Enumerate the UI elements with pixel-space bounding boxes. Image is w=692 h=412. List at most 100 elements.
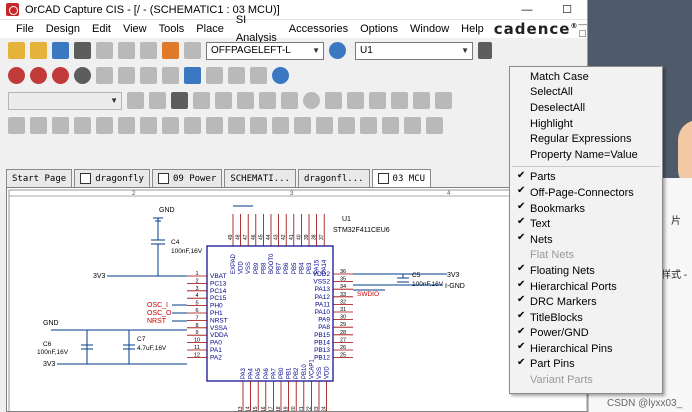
bom-icon[interactable] [184, 67, 201, 84]
sim-profile-icon[interactable] [127, 92, 144, 109]
part-icon[interactable] [96, 67, 113, 84]
place-no-connect-icon[interactable] [272, 117, 289, 134]
place-arc-icon[interactable] [382, 117, 399, 134]
tab-03-mcu[interactable]: 03 MCU [371, 169, 432, 187]
menu-hierarchical-ports[interactable]: ✔ Hierarchical Ports [510, 279, 662, 295]
menu-tools[interactable]: Tools [153, 20, 191, 38]
place-polyline-icon[interactable] [316, 117, 333, 134]
cross-reference-icon[interactable] [228, 67, 245, 84]
project-manager-icon[interactable] [250, 67, 267, 84]
menu-file[interactable]: File [10, 20, 40, 38]
menu-nets[interactable]: ✔ Nets [510, 232, 662, 248]
place-rectangle-icon[interactable] [338, 117, 355, 134]
menu-help[interactable]: Help [455, 20, 490, 38]
menu-power-gnd[interactable]: ✔ Power/GND [510, 326, 662, 342]
sim-run-icon[interactable] [171, 92, 188, 109]
place-pin-icon[interactable] [228, 117, 245, 134]
menu-match-case[interactable]: Match Case [510, 69, 662, 85]
place-net-alias-icon[interactable] [118, 117, 135, 134]
menu-deselect-all[interactable]: DeselectAll [510, 100, 662, 116]
backannotate-icon[interactable] [206, 67, 223, 84]
minimize-button[interactable]: — [507, 0, 547, 20]
tab-09-power[interactable]: 09 Power [151, 169, 223, 187]
menu-accessories[interactable]: Accessories [283, 20, 354, 38]
menu-select-all[interactable]: SelectAll [510, 85, 662, 101]
place-block-icon[interactable] [184, 117, 201, 134]
menu-bookmarks[interactable]: ✔ Bookmarks [510, 201, 662, 217]
menu-part-pins[interactable]: ✔ Part Pins [510, 357, 662, 373]
place-wire-icon[interactable] [30, 117, 47, 134]
undo-icon[interactable] [162, 42, 179, 59]
probe-power-icon[interactable] [259, 92, 276, 109]
bias-i-icon[interactable] [391, 92, 408, 109]
new-file-icon[interactable] [8, 42, 25, 59]
chevron-down-icon[interactable]: ▼ [312, 46, 320, 55]
menu-property-name-value[interactable]: Property Name=Value [510, 147, 662, 163]
place-part-icon[interactable] [8, 117, 25, 134]
offpage-connector-combo[interactable]: OFFPAGELEFT-L ▼ [206, 41, 324, 60]
menu-hierarchical-pins[interactable]: ✔ Hierarchical Pins [510, 341, 662, 357]
copy-icon[interactable] [118, 42, 135, 59]
paste-icon[interactable] [140, 42, 157, 59]
menu-highlight[interactable]: Highlight [510, 116, 662, 132]
annotate-icon[interactable] [118, 67, 135, 84]
zoom-in-icon[interactable] [8, 67, 25, 84]
menu-place[interactable]: Place [190, 20, 230, 38]
cut-icon[interactable] [96, 42, 113, 59]
place-offpage-icon[interactable] [250, 117, 267, 134]
menu-edit[interactable]: Edit [86, 20, 117, 38]
marker-w-icon[interactable] [347, 92, 364, 109]
place-line-icon[interactable] [294, 117, 311, 134]
sim-edit-icon[interactable] [149, 92, 166, 109]
place-ellipse-icon[interactable] [360, 117, 377, 134]
menu-parts[interactable]: ✔ Parts [510, 170, 662, 186]
place-ground-icon[interactable] [162, 117, 179, 134]
mdi-controls[interactable]: — ☐ [578, 19, 587, 40]
zoom-find-icon[interactable] [329, 42, 346, 59]
tab-dragonfly[interactable]: dragonfly [74, 169, 150, 187]
menu-flat-nets[interactable]: Flat Nets [510, 248, 662, 264]
menu-regular-expressions[interactable]: Regular Expressions [510, 131, 662, 147]
bias-v-icon[interactable] [369, 92, 386, 109]
menu-floating-nets[interactable]: ✔ Floating Nets [510, 263, 662, 279]
binoculars-icon[interactable] [478, 42, 492, 59]
disabled-combo[interactable]: ▼ [8, 91, 122, 110]
place-port-icon[interactable] [206, 117, 223, 134]
redo-icon[interactable] [184, 42, 201, 59]
marker-v-icon[interactable] [303, 92, 320, 109]
schematic-canvas[interactable]: 2 3 4 5 U1 STM32F411CEU6 1 VBAT 2 PC13 3 PC14… [6, 187, 587, 412]
zoom-area-icon[interactable] [52, 67, 69, 84]
save-icon[interactable] [52, 42, 69, 59]
sim-view-icon[interactable] [193, 92, 210, 109]
netlist-icon[interactable] [162, 67, 179, 84]
find-search-combo[interactable]: U1 ▼ [355, 41, 473, 60]
menu-window[interactable]: Window [404, 20, 455, 38]
menu-options[interactable]: Options [354, 20, 404, 38]
chevron-down-icon[interactable]: ▼ [461, 46, 469, 55]
probe-current-icon[interactable] [237, 92, 254, 109]
help-icon[interactable] [272, 67, 289, 84]
menu-drc-markers[interactable]: ✔ DRC Markers [510, 294, 662, 310]
menu-off-page-connectors[interactable]: ✔ Off-Page-Connectors [510, 185, 662, 201]
place-text-icon[interactable] [404, 117, 421, 134]
zoom-all-icon[interactable] [74, 67, 91, 84]
bias-w-icon[interactable] [413, 92, 430, 109]
zoom-out-icon[interactable] [30, 67, 47, 84]
menu-design[interactable]: Design [40, 20, 86, 38]
print-icon[interactable] [74, 42, 91, 59]
place-bus-icon[interactable] [52, 117, 69, 134]
chevron-down-icon[interactable]: ▼ [110, 96, 118, 105]
menu-view[interactable]: View [117, 20, 153, 38]
maximize-button[interactable]: ☐ [547, 0, 587, 20]
place-bus-entry-icon[interactable] [96, 117, 113, 134]
probe-diff-icon[interactable] [281, 92, 298, 109]
place-power-icon[interactable] [140, 117, 157, 134]
place-bezier-icon[interactable] [426, 117, 443, 134]
menu-text[interactable]: ✔ Text [510, 216, 662, 232]
bias-toggle-icon[interactable] [435, 92, 452, 109]
menu-variant-parts[interactable]: Variant Parts [510, 372, 662, 388]
tab-dragonfly-2[interactable]: dragonfl... [297, 169, 370, 187]
tab-start-page[interactable]: Start Page [6, 169, 73, 187]
menu-titleblocks[interactable]: ✔ TitleBlocks [510, 310, 662, 326]
open-folder-icon[interactable] [30, 42, 47, 59]
